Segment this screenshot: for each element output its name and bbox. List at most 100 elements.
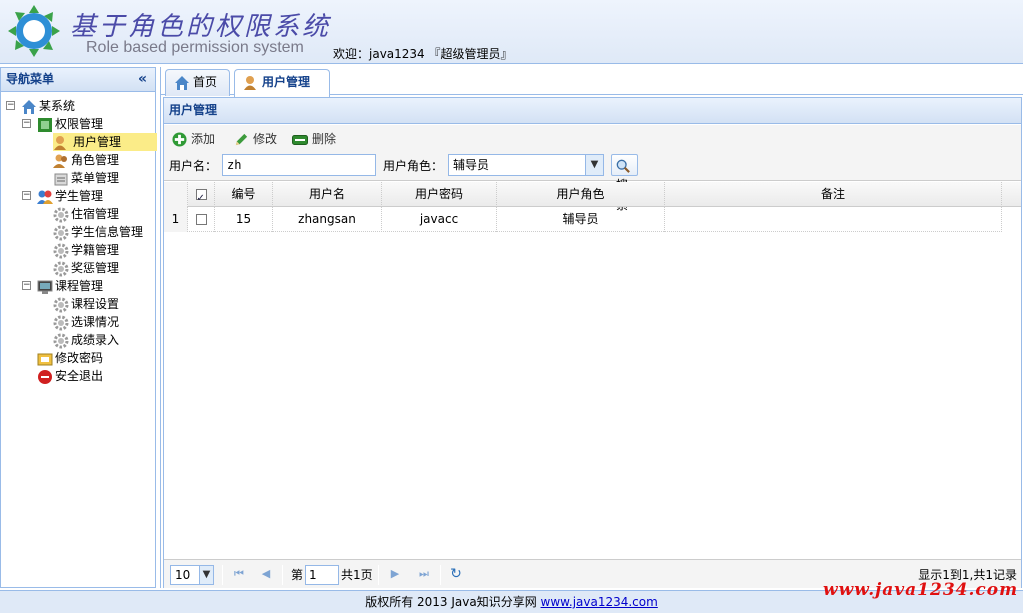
prev-page-icon[interactable]: ◀ [258,566,274,582]
nav-title: 导航菜单 [6,72,55,86]
nav-item-15[interactable]: 安全退出 [1,367,155,385]
page-size-select[interactable]: 10 ▼ [170,565,214,585]
row-checkbox[interactable] [188,207,215,232]
cell-role: 辅导员 [497,207,665,232]
nav-item-label: 学生管理 [55,189,104,203]
nav-item-0[interactable]: − 某系统 [1,97,155,115]
user-icon [54,135,66,150]
menu-icon [54,173,68,185]
collapse-icon[interactable]: « [138,68,147,91]
nav-item-10[interactable]: − 课程管理 [1,277,155,295]
user-grid: 编号 用户名 用户密码 用户角色 备注 1 15 zhangsan javacc… [164,182,1002,232]
refresh-icon[interactable]: ↻ [448,566,464,582]
nav-item-13[interactable]: 成绩录入 [1,331,155,349]
logo-icon [8,5,60,57]
role-label: 用户角色： [383,159,444,173]
welcome-text: 欢迎：java1234 『超级管理员』 [333,47,513,61]
column-header-username[interactable]: 用户名 [273,182,382,207]
chevron-down-icon: ▼ [585,155,603,175]
column-header-role[interactable]: 用户角色 [497,182,665,207]
edit-button-label: 修改 [253,132,278,146]
pager-separator [282,565,283,585]
row-number: 1 [164,207,188,232]
nav-item-7[interactable]: 学生信息管理 [1,223,155,241]
nav-item-label: 学生信息管理 [71,225,144,239]
add-button-label: 添加 [191,132,216,146]
nav-item-label: 角色管理 [71,153,120,167]
page-number-input[interactable]: 1 [305,565,339,585]
search-icon [616,159,630,173]
nav-item-label: 学籍管理 [71,243,120,257]
nav-item-5[interactable]: − 学生管理 [1,187,155,205]
nav-item-14[interactable]: 修改密码 [1,349,155,367]
tab-user-management[interactable]: 用户管理× [234,69,330,114]
minus-icon [292,134,308,145]
delete-button[interactable]: 删除 [292,129,336,149]
nav-item-8[interactable]: 学籍管理 [1,241,155,259]
nav-item-3[interactable]: 角色管理 [1,151,155,169]
footer-text: 版权所有 2013 Java知识分享网 [365,595,541,609]
edit-button[interactable]: 修改 [234,129,277,149]
select-all-checkbox[interactable] [188,182,215,211]
tree-toggle-icon[interactable]: − [22,281,31,290]
course-icon [37,280,53,294]
nav-item-label: 课程管理 [55,279,104,293]
nav-item-6[interactable]: 住宿管理 [1,205,155,223]
nav-item-11[interactable]: 课程设置 [1,295,155,313]
gear-icon [53,207,69,222]
tree-toggle-icon[interactable]: − [22,119,31,128]
tab-bar: 首页 用户管理× [161,67,1023,114]
nav-item-label: 住宿管理 [71,207,120,221]
next-page-icon[interactable]: ▶ [387,566,403,582]
column-header-note[interactable]: 备注 [665,182,1002,207]
main-area: 首页 用户管理× 用户管理 添加 修改 删除 [160,67,1023,588]
user-icon [244,75,256,90]
add-button[interactable]: 添加 [172,129,215,149]
app-subtitle: Role based permission system [86,39,304,56]
role-select[interactable]: 辅导员 ▼ [448,154,604,176]
grid-header: 编号 用户名 用户密码 用户角色 备注 [164,182,1002,211]
nav-panel: 导航菜单 « − 某系统 − 权限管理 用户管理 角色管理 菜单管理 − 学生管理 住宿管理 学生信… [0,67,157,588]
first-page-icon[interactable]: ⏮ [231,566,247,582]
user-management-panel: 用户管理 添加 修改 删除 用户名： zh 用户角色： 辅导员 ▼ ✓ 编号 用… [163,97,1022,588]
toolbar: 添加 修改 删除 用户名： zh 用户角色： 辅导员 ▼ [164,125,1021,212]
last-page-icon[interactable]: ⏭ [416,566,432,582]
page-total: 共1页 [341,568,373,582]
nav-item-label: 选课情况 [71,315,120,329]
footer-link[interactable]: www.java1234.com [541,595,658,609]
table-row[interactable]: 1 15 zhangsan javacc 辅导员 [164,207,1002,232]
chevron-down-icon: ▼ [199,566,213,584]
username-label: 用户名： [169,159,218,173]
column-header-id[interactable]: 编号 [215,182,273,207]
nav-header: 导航菜单 « [1,68,155,92]
gear-icon [53,333,69,348]
nav-item-12[interactable]: 选课情况 [1,313,155,331]
nav-item-4[interactable]: 菜单管理 [1,169,155,187]
nav-item-label: 用户管理 [71,135,124,149]
page-size-value: 10 [175,568,191,582]
nav-item-label: 权限管理 [55,117,104,131]
tab-user-management-label: 用户管理 [262,75,311,89]
nav-item-1[interactable]: − 权限管理 [1,115,155,133]
tree-toggle-icon[interactable]: − [6,101,15,110]
grid-header-spacer [1002,182,1021,207]
search-button[interactable]: 搜索 [611,154,638,212]
nav-item-9[interactable]: 奖惩管理 [1,259,155,277]
app-title: 基于角色的权限系统 [70,12,332,42]
column-header-password[interactable]: 用户密码 [382,182,497,207]
tab-home[interactable]: 首页 [165,69,230,96]
panel-title: 用户管理 [164,98,1021,124]
gear-icon [53,243,69,258]
page-prefix: 第 [291,568,304,582]
gear-icon [53,315,69,330]
nav-tree: − 某系统 − 权限管理 用户管理 角色管理 菜单管理 − 学生管理 住宿管理 学生信息管理 学籍管理… [1,92,157,385]
nav-item-2[interactable]: 用户管理 [1,133,157,151]
cell-password: javacc [382,207,497,232]
app-header: 基于角色的权限系统 Role based permission system 欢… [0,0,1023,64]
gear-icon [53,297,69,312]
permission-icon [38,117,52,132]
username-input[interactable]: zh [222,154,376,176]
tree-toggle-icon[interactable]: − [22,191,31,200]
role-select-value: 辅导员 [453,158,490,172]
pager-separator [378,565,379,585]
